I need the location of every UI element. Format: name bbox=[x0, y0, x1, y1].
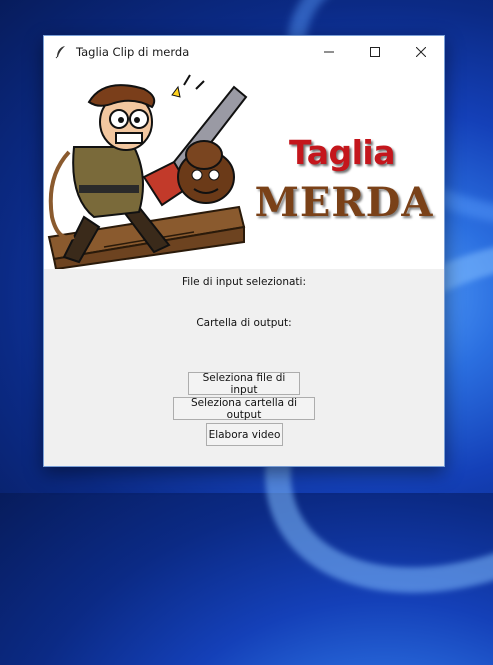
output-folder-label: Cartella di output: bbox=[196, 317, 292, 329]
minimize-icon bbox=[324, 51, 334, 52]
select-output-folder-button[interactable]: Seleziona cartella di output bbox=[173, 397, 315, 421]
banner-word-merda: MERDA bbox=[254, 179, 434, 226]
title-bar[interactable]: Taglia Clip di merda bbox=[44, 36, 444, 67]
banner-image: Taglia MERDA bbox=[44, 67, 444, 269]
process-video-button[interactable]: Elabora video bbox=[206, 423, 283, 446]
feather-icon bbox=[55, 45, 65, 58]
select-input-files-button[interactable]: Seleziona file di input bbox=[188, 372, 300, 396]
maximize-button[interactable] bbox=[352, 36, 398, 67]
banner-word-taglia: Taglia bbox=[288, 133, 396, 172]
app-window: Taglia Clip di merda Taglia MERDA File d… bbox=[43, 35, 445, 467]
window-title: Taglia Clip di merda bbox=[76, 44, 190, 59]
close-button[interactable] bbox=[398, 36, 444, 67]
close-icon bbox=[416, 46, 426, 57]
window-controls bbox=[306, 36, 444, 67]
minimize-button[interactable] bbox=[306, 36, 352, 67]
input-files-label: File di input selezionati: bbox=[182, 276, 306, 288]
chainsaw-cartoon-illustration bbox=[47, 74, 248, 269]
maximize-icon bbox=[370, 46, 380, 57]
